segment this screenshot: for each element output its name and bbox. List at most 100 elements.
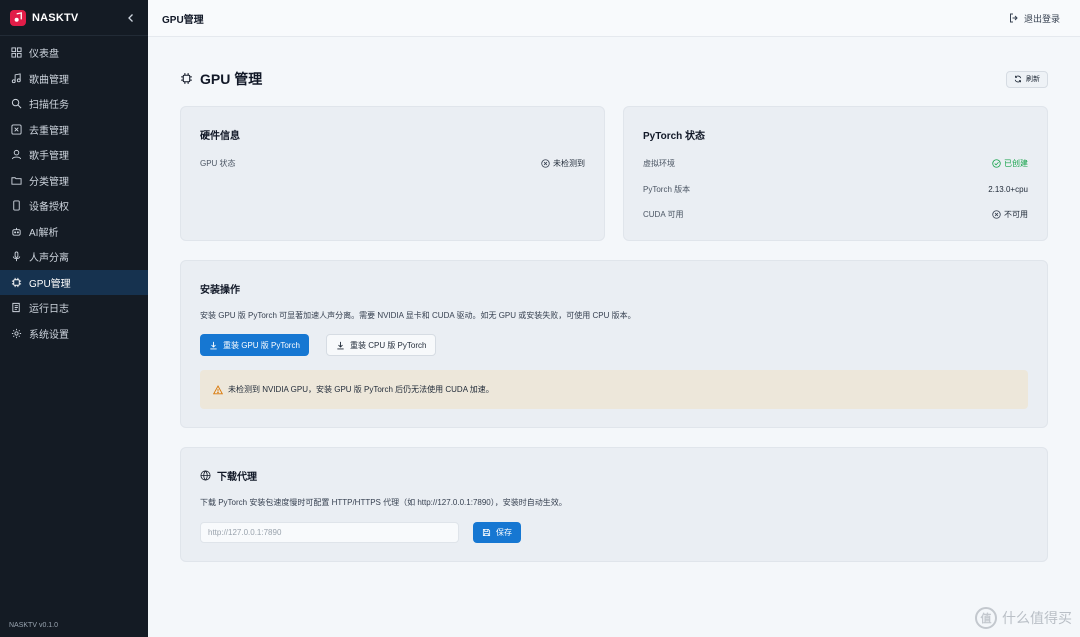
gpu-status-value: 未检测到 — [541, 158, 585, 169]
main-content: GPU 管理 刷新 硬件信息 GPU 状态 未检测到 PyTorch 状态 虚拟… — [148, 37, 1080, 637]
search-icon — [10, 98, 22, 110]
venv-value: 已创建 — [992, 158, 1028, 169]
watermark-text: 什么值得买 — [1002, 610, 1072, 626]
install-description: 安装 GPU 版 PyTorch 可显著加速人声分离。需要 NVIDIA 显卡和… — [200, 311, 636, 320]
save-icon — [482, 528, 491, 537]
sidebar-nav: 仪表盘 歌曲管理 扫描任务 去重管理 歌手管理 分类管理 设备授权 AI解析 人… — [0, 36, 148, 346]
topbar-title: GPU管理 — [162, 14, 204, 26]
sidebar-item-label: AI解析 — [29, 227, 59, 239]
proxy-description: 下载 PyTorch 安装包速度慢时可配置 HTTP/HTTPS 代理（如 ht… — [200, 498, 567, 507]
sidebar-item-devices[interactable]: 设备授权 — [0, 193, 148, 219]
robot-icon — [10, 225, 22, 237]
pytorch-version-label: PyTorch 版本 — [643, 185, 691, 194]
sidebar-item-label: 仪表盘 — [29, 49, 59, 61]
mic-icon — [10, 251, 22, 263]
sidebar-item-categories[interactable]: 分类管理 — [0, 168, 148, 194]
cuda-status-text: 不可用 — [1004, 210, 1028, 219]
sidebar-item-label: 扫描任务 — [29, 100, 69, 112]
cuda-label: CUDA 可用 — [643, 210, 684, 219]
install-card: 安装操作 安装 GPU 版 PyTorch 可显著加速人声分离。需要 NVIDI… — [180, 260, 1048, 428]
globe-icon — [200, 470, 211, 481]
proxy-card-title: 下载代理 — [217, 472, 257, 483]
pytorch-version-value: 2.13.0+cpu — [988, 185, 1028, 194]
warning-alert: 未检测到 NVIDIA GPU，安装 GPU 版 PyTorch 后仍无法使用 … — [200, 370, 1028, 409]
logout-icon — [1009, 13, 1018, 23]
sidebar-item-label: 设备授权 — [29, 202, 69, 214]
sidebar-item-label: 歌曲管理 — [29, 74, 69, 86]
brand: NASKTV — [0, 0, 148, 36]
hardware-card: 硬件信息 GPU 状态 未检测到 — [180, 106, 605, 241]
sidebar-item-logs[interactable]: 运行日志 — [0, 295, 148, 321]
page-title: GPU 管理 — [200, 71, 263, 87]
app-name: NASKTV — [32, 11, 79, 24]
dedupe-icon — [10, 123, 22, 135]
save-proxy-button[interactable]: 保存 — [473, 522, 521, 543]
sidebar-item-label: 人声分离 — [29, 253, 69, 265]
sidebar-item-ai[interactable]: AI解析 — [0, 219, 148, 245]
refresh-icon — [1014, 75, 1022, 83]
refresh-button[interactable]: 刷新 — [1006, 70, 1048, 88]
topbar: GPU管理 退出登录 — [148, 0, 1080, 37]
reinstall-cpu-button[interactable]: 重装 CPU 版 PyTorch — [326, 334, 437, 356]
music-icon — [10, 72, 22, 84]
sidebar: NASKTV 仪表盘 歌曲管理 扫描任务 去重管理 歌手管理 分类管理 设备授权… — [0, 0, 148, 637]
watermark-logo: 值 — [975, 607, 997, 629]
collapse-sidebar-icon[interactable] — [124, 11, 138, 25]
sidebar-item-label: 歌手管理 — [29, 151, 69, 163]
pytorch-card: PyTorch 状态 虚拟环境 已创建 PyTorch 版本 2.13.0+cp… — [623, 106, 1048, 241]
chip-icon — [180, 72, 194, 86]
x-circle-icon — [992, 210, 1001, 219]
proxy-card: 下载代理 下载 PyTorch 安装包速度慢时可配置 HTTP/HTTPS 代理… — [180, 447, 1048, 562]
watermark: 值 什么值得买 — [975, 607, 1072, 629]
download-icon — [337, 341, 344, 349]
sidebar-item-label: 系统设置 — [29, 329, 69, 341]
cuda-row: CUDA 可用 不可用 — [643, 209, 1028, 220]
app-logo-icon — [10, 9, 26, 26]
sidebar-item-label: GPU管理 — [29, 278, 71, 290]
logout-button[interactable]: 退出登录 — [1009, 12, 1060, 25]
gpu-status-text: 未检测到 — [553, 159, 585, 168]
sidebar-item-dashboard[interactable]: 仪表盘 — [0, 40, 148, 66]
sidebar-item-scan[interactable]: 扫描任务 — [0, 91, 148, 117]
chip-icon — [10, 276, 22, 288]
folder-icon — [10, 174, 22, 186]
venv-label: 虚拟环境 — [643, 159, 675, 168]
pytorch-version-row: PyTorch 版本 2.13.0+cpu — [643, 184, 1028, 195]
gear-icon — [10, 327, 22, 339]
hardware-card-title: 硬件信息 — [200, 131, 240, 142]
venv-row: 虚拟环境 已创建 — [643, 158, 1028, 169]
sidebar-item-dedupe[interactable]: 去重管理 — [0, 117, 148, 143]
device-icon — [10, 200, 22, 212]
download-icon — [210, 341, 217, 349]
sidebar-item-settings[interactable]: 系统设置 — [0, 321, 148, 347]
sidebar-item-label: 运行日志 — [29, 304, 69, 316]
save-label: 保存 — [496, 528, 512, 537]
app-version: NASKTV v0.1.0 — [9, 622, 59, 629]
x-circle-icon — [541, 159, 550, 168]
gpu-status-label: GPU 状态 — [200, 159, 236, 168]
sidebar-item-gpu[interactable]: GPU管理 — [0, 269, 148, 295]
user-icon — [10, 149, 22, 161]
sidebar-item-singers[interactable]: 歌手管理 — [0, 142, 148, 168]
logout-label: 退出登录 — [1023, 13, 1060, 24]
install-card-title: 安装操作 — [200, 285, 240, 296]
reinstall-gpu-button[interactable]: 重装 GPU 版 PyTorch — [200, 334, 309, 356]
sidebar-item-songs[interactable]: 歌曲管理 — [0, 66, 148, 92]
reinstall-gpu-label: 重装 GPU 版 PyTorch — [223, 340, 300, 350]
dashboard-icon — [10, 47, 22, 59]
pytorch-card-title: PyTorch 状态 — [643, 131, 706, 142]
proxy-card-header: 下载代理 — [200, 468, 257, 483]
proxy-input[interactable] — [200, 522, 459, 543]
sidebar-item-vocal[interactable]: 人声分离 — [0, 244, 148, 270]
check-circle-icon — [992, 159, 1001, 168]
sidebar-item-label: 分类管理 — [29, 176, 69, 188]
sidebar-item-label: 去重管理 — [29, 125, 69, 137]
gpu-status-row: GPU 状态 未检测到 — [200, 158, 585, 169]
page-header: GPU 管理 刷新 — [180, 69, 1048, 89]
reinstall-cpu-label: 重装 CPU 版 PyTorch — [350, 340, 427, 350]
cuda-value: 不可用 — [992, 209, 1028, 220]
log-icon — [10, 302, 22, 314]
venv-status-text: 已创建 — [1004, 159, 1028, 168]
warning-text: 未检测到 NVIDIA GPU，安装 GPU 版 PyTorch 后仍无法使用 … — [228, 385, 494, 394]
refresh-label: 刷新 — [1026, 76, 1040, 83]
